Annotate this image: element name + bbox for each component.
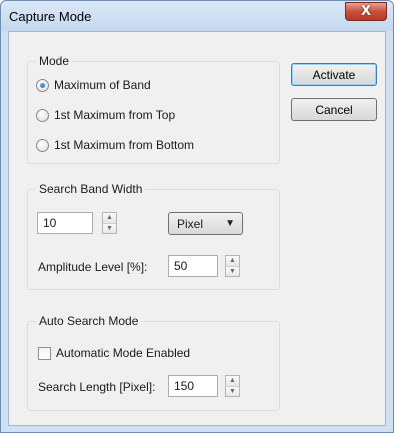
chevron-down-icon: ▼ — [225, 218, 235, 229]
radio-button[interactable] — [36, 108, 49, 122]
automatic-mode-checkbox[interactable] — [38, 346, 51, 360]
spin-down-icon[interactable]: ▼ — [103, 223, 116, 233]
spin-up-icon[interactable]: ▲ — [226, 376, 239, 387]
close-button[interactable]: X — [345, 2, 387, 21]
search-length-spinner[interactable]: ▲ ▼ — [225, 375, 240, 397]
auto-search-mode-title: Auto Search Mode — [36, 314, 142, 328]
spin-up-icon[interactable]: ▲ — [226, 256, 239, 267]
activate-button[interactable]: Activate — [291, 63, 377, 86]
capture-mode-dialog: Capture Mode X Mode Maximum of Band 1st … — [0, 0, 394, 433]
radio-first-max-bottom[interactable]: 1st Maximum from Bottom — [36, 138, 194, 152]
cancel-button[interactable]: Cancel — [291, 98, 377, 121]
window-title: Capture Mode — [9, 9, 92, 24]
amplitude-level-label: Amplitude Level [%]: — [38, 260, 148, 274]
amplitude-level-spinner[interactable]: ▲ ▼ — [225, 255, 240, 277]
band-width-spinner[interactable]: ▲ ▼ — [102, 212, 117, 234]
radio-button-checked[interactable] — [36, 78, 49, 92]
amplitude-level-input[interactable]: 50 — [168, 255, 218, 277]
search-band-width-group: Search Band Width 10 ▲ ▼ Pixel ▼ Amplitu… — [27, 182, 280, 290]
radio-maximum-of-band[interactable]: Maximum of Band — [36, 78, 151, 92]
automatic-mode-label: Automatic Mode Enabled — [56, 346, 191, 360]
mode-group: Mode Maximum of Band 1st Maximum from To… — [27, 54, 280, 164]
unit-select-value: Pixel — [177, 216, 204, 231]
auto-search-mode-group: Auto Search Mode Automatic Mode Enabled … — [27, 314, 280, 411]
mode-group-title: Mode — [36, 54, 73, 68]
automatic-mode-checkbox-row[interactable]: Automatic Mode Enabled — [38, 346, 190, 360]
spin-down-icon[interactable]: ▼ — [226, 266, 239, 276]
close-icon: X — [360, 4, 372, 19]
dialog-client-area: Mode Maximum of Band 1st Maximum from To… — [8, 31, 386, 426]
radio-label: 1st Maximum from Top — [54, 108, 176, 122]
radio-button[interactable] — [36, 138, 49, 152]
unit-select[interactable]: Pixel ▼ — [168, 212, 243, 235]
radio-first-max-top[interactable]: 1st Maximum from Top — [36, 108, 175, 122]
radio-label: Maximum of Band — [54, 78, 151, 92]
spin-up-icon[interactable]: ▲ — [103, 213, 116, 224]
radio-label: 1st Maximum from Bottom — [54, 138, 195, 152]
search-length-label: Search Length [Pixel]: — [38, 380, 156, 394]
title-bar[interactable]: Capture Mode X — [1, 1, 393, 31]
band-width-input[interactable]: 10 — [37, 212, 93, 234]
search-band-width-title: Search Band Width — [36, 182, 146, 196]
search-length-input[interactable]: 150 — [168, 375, 218, 397]
spin-down-icon[interactable]: ▼ — [226, 386, 239, 396]
